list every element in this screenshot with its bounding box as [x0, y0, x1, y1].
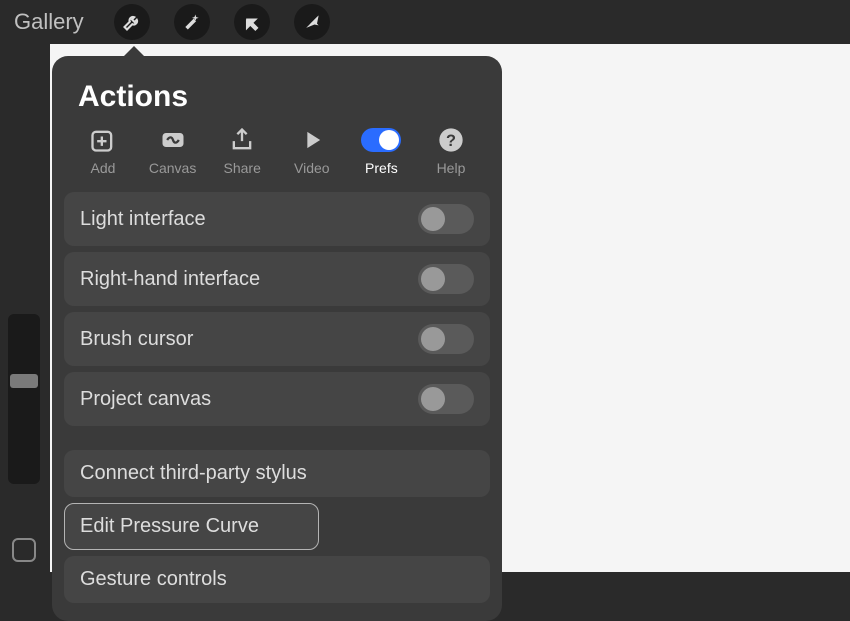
tab-add-label: Add	[91, 160, 116, 176]
video-icon	[298, 128, 326, 152]
row-brush-cursor[interactable]: Brush cursor	[64, 312, 490, 366]
gesture-controls-label: Gesture controls	[80, 568, 227, 591]
help-icon: ?	[437, 128, 465, 152]
connect-stylus-label: Connect third-party stylus	[80, 462, 307, 485]
tab-video[interactable]: Video	[279, 128, 345, 176]
project-canvas-toggle[interactable]	[418, 384, 474, 414]
add-icon	[89, 128, 117, 152]
brush-cursor-toggle[interactable]	[418, 324, 474, 354]
brush-cursor-label: Brush cursor	[80, 328, 193, 351]
topbar: Gallery	[0, 0, 850, 44]
wrench-icon[interactable]	[114, 4, 150, 40]
wand-icon[interactable]	[174, 4, 210, 40]
canvas-icon	[159, 128, 187, 152]
actions-tabs: Add Canvas Share Video Prefs ?	[52, 128, 502, 192]
svg-text:?: ?	[446, 132, 456, 150]
tab-canvas-label: Canvas	[149, 160, 196, 176]
row-connect-stylus[interactable]: Connect third-party stylus	[64, 450, 490, 497]
project-canvas-label: Project canvas	[80, 388, 211, 411]
left-sidebar	[0, 44, 50, 572]
light-interface-label: Light interface	[80, 208, 206, 231]
tab-prefs-label: Prefs	[365, 160, 398, 176]
brush-size-slider-thumb[interactable]	[10, 374, 38, 388]
tab-video-label: Video	[294, 160, 330, 176]
tab-share[interactable]: Share	[209, 128, 275, 176]
popover-title: Actions	[52, 56, 502, 128]
undo-button[interactable]	[12, 538, 36, 562]
row-gesture-controls[interactable]: Gesture controls	[64, 556, 490, 603]
row-edit-pressure-curve[interactable]: Edit Pressure Curve	[64, 503, 319, 550]
tab-prefs[interactable]: Prefs	[348, 128, 414, 176]
row-light-interface[interactable]: Light interface	[64, 192, 490, 246]
actions-popover: Actions Add Canvas Share Video	[52, 56, 502, 621]
gallery-button[interactable]: Gallery	[14, 9, 84, 35]
tab-add[interactable]: Add	[70, 128, 136, 176]
tab-share-label: Share	[224, 160, 261, 176]
arrow-icon[interactable]	[294, 4, 330, 40]
row-right-hand-interface[interactable]: Right-hand interface	[64, 252, 490, 306]
tab-help[interactable]: ? Help	[418, 128, 484, 176]
prefs-list: Light interface Right-hand interface Bru…	[52, 192, 502, 603]
light-interface-toggle[interactable]	[418, 204, 474, 234]
tab-canvas[interactable]: Canvas	[140, 128, 206, 176]
row-project-canvas[interactable]: Project canvas	[64, 372, 490, 426]
right-hand-label: Right-hand interface	[80, 268, 260, 291]
prefs-icon	[361, 128, 401, 152]
brush-size-slider-track[interactable]	[8, 314, 40, 484]
selection-icon[interactable]	[234, 4, 270, 40]
tab-help-label: Help	[437, 160, 466, 176]
right-hand-toggle[interactable]	[418, 264, 474, 294]
edit-pressure-label: Edit Pressure Curve	[80, 515, 259, 538]
share-icon	[228, 128, 256, 152]
